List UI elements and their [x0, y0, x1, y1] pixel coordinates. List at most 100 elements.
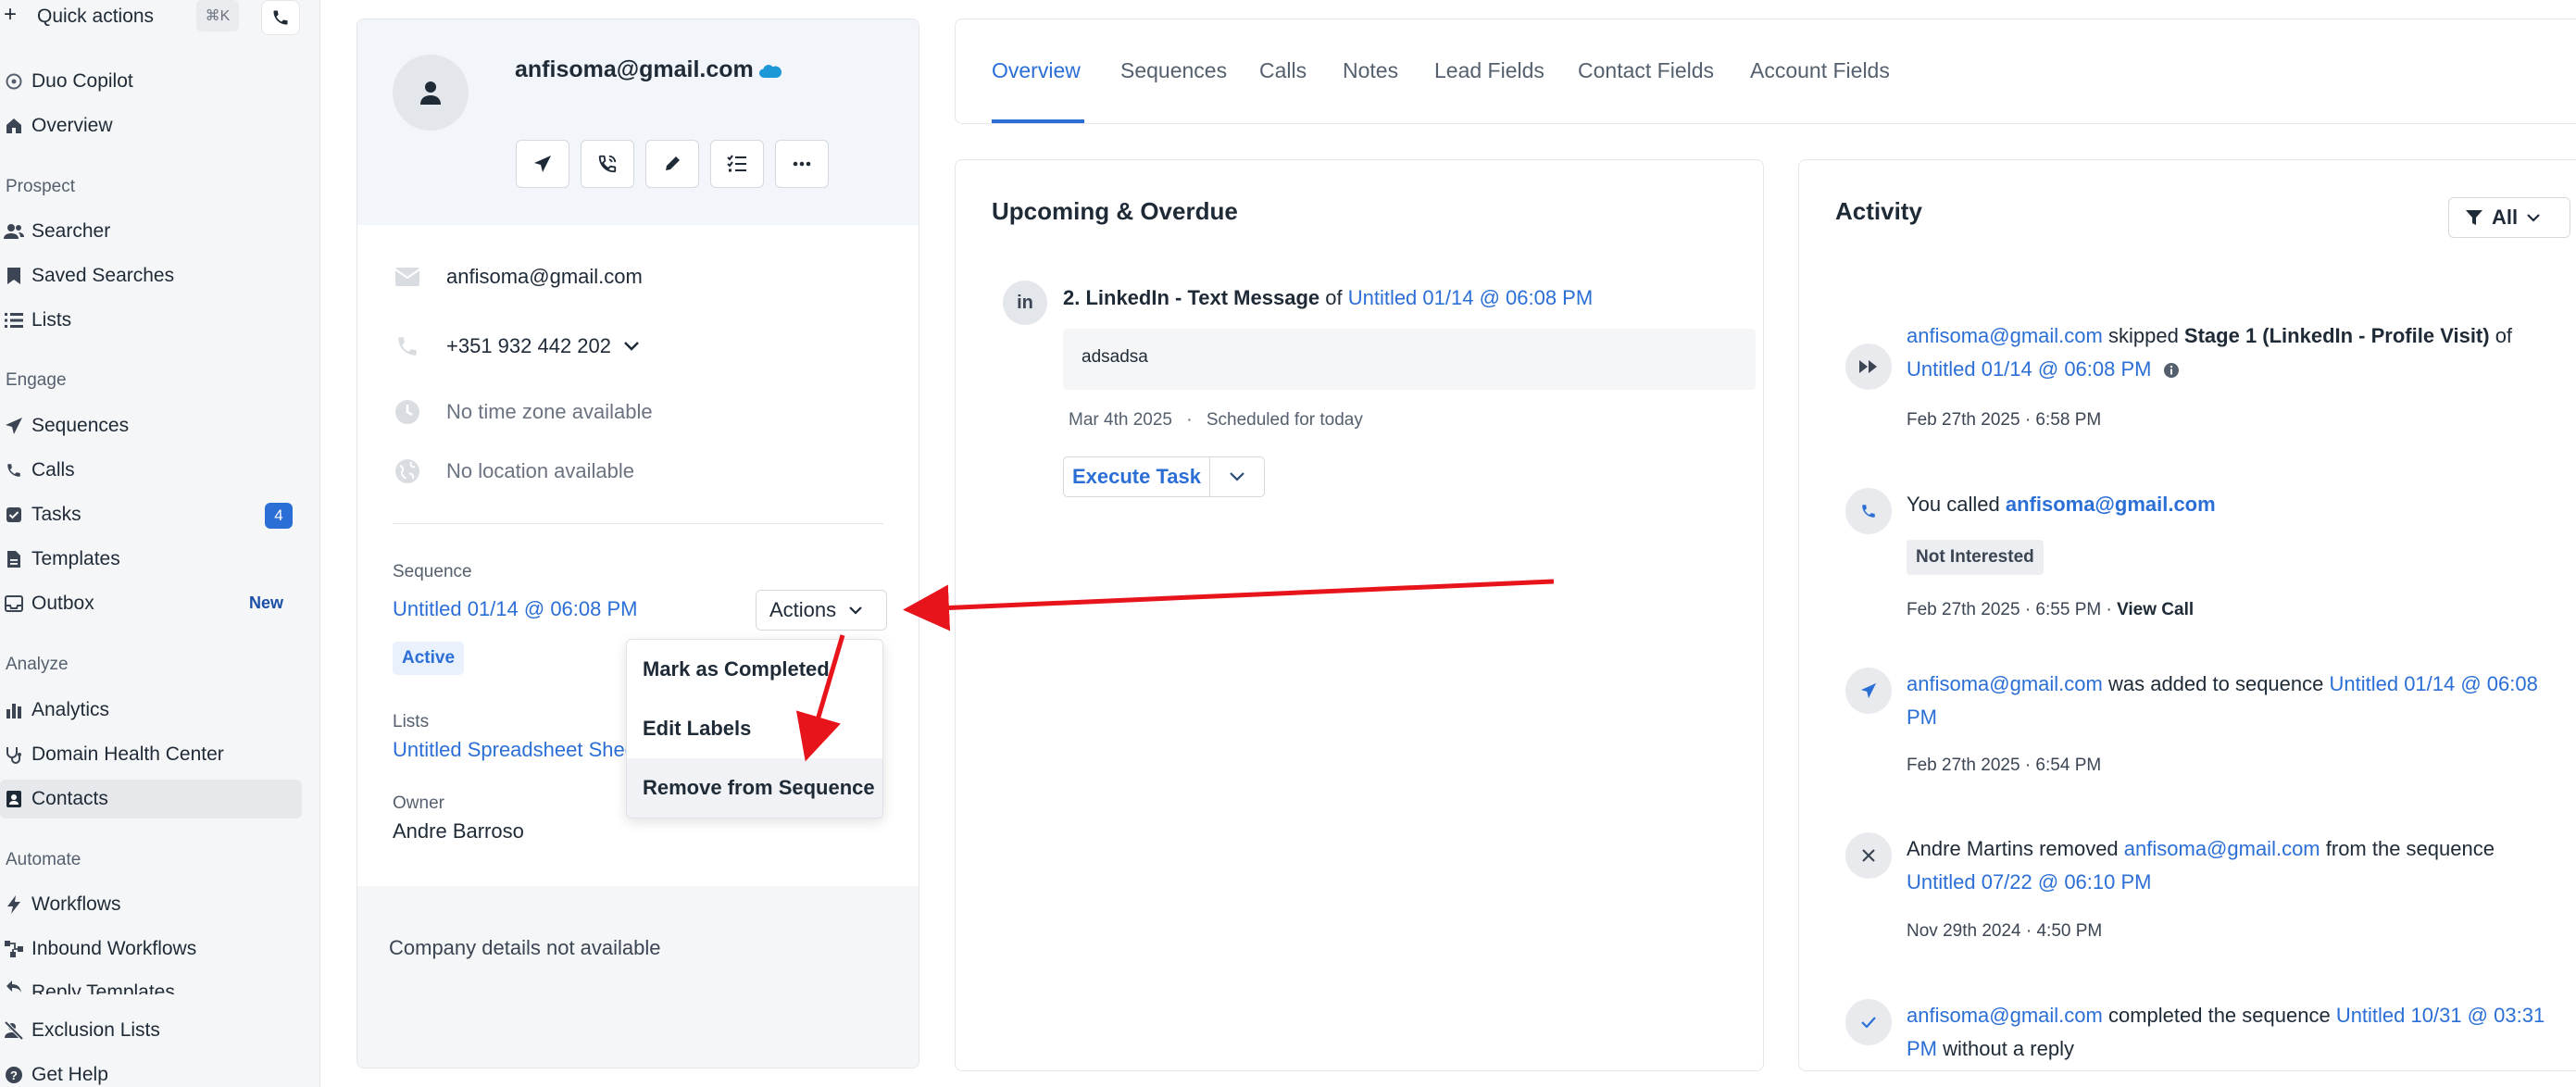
task-schedule: Scheduled for today: [1206, 410, 1363, 430]
sidebar-item-exclusion-lists[interactable]: Exclusion Lists: [0, 1011, 302, 1050]
execute-task-options-button[interactable]: [1210, 457, 1264, 496]
activity-contact-link[interactable]: anfisoma@gmail.com: [1907, 1004, 2103, 1027]
location-row: No location available: [391, 453, 634, 490]
task-meta: Mar 4th 2025 · Scheduled for today: [1069, 410, 1363, 431]
home-icon: [0, 117, 31, 135]
sidebar-item-reply-templates[interactable]: Reply Templates: [0, 974, 302, 994]
people-icon: [0, 222, 31, 241]
task-sequence-link[interactable]: Untitled 01/14 @ 06:08 PM: [1348, 286, 1593, 309]
divider: [393, 523, 883, 524]
list-icon: [0, 312, 31, 329]
chevron-down-icon[interactable]: [624, 342, 639, 351]
activity-suffix: without a reply: [1937, 1037, 2074, 1060]
sidebar-item-label: Duo Copilot: [31, 70, 133, 92]
sidebar-item-get-help[interactable]: ? Get Help: [0, 1056, 302, 1087]
activity-timestamp-row: Feb 27th 2025 · 6:55 PM · View Call: [1907, 600, 2194, 620]
activity-sequence-link[interactable]: Untitled 07/22 @ 06:10 PM: [1907, 870, 2151, 893]
edit-button[interactable]: [645, 140, 699, 188]
execute-task-button[interactable]: Execute Task: [1064, 457, 1210, 496]
sequence-link[interactable]: Untitled 01/14 @ 06:08 PM: [393, 597, 637, 621]
sidebar-item-analytics[interactable]: Analytics: [0, 691, 302, 730]
list-link[interactable]: Untitled Spreadsheet Sheet1: [393, 738, 629, 762]
tab-notes[interactable]: Notes: [1343, 58, 1398, 83]
activity-filter-button[interactable]: All: [2448, 197, 2570, 238]
menu-item-remove-from-sequence[interactable]: Remove from Sequence: [627, 758, 882, 818]
sidebar-item-label: Inbound Workflows: [31, 938, 197, 959]
sidebar-item-lists[interactable]: Lists: [0, 301, 302, 340]
activity-prefix: You called: [1907, 493, 2006, 516]
sidebar-item-templates[interactable]: Templates: [0, 540, 302, 579]
contact-email[interactable]: anfisoma@gmail.com: [446, 265, 643, 289]
sidebar-item-label: Get Help: [31, 1064, 108, 1085]
actions-label: Actions: [769, 598, 837, 621]
sidebar-item-label: Contacts: [31, 788, 108, 809]
menu-item-edit-labels[interactable]: Edit Labels: [627, 699, 882, 758]
status-badge: Active: [393, 642, 465, 675]
sidebar-item-label: Templates: [31, 548, 120, 569]
sidebar-item-workflows[interactable]: Workflows: [0, 885, 302, 924]
contact-phone[interactable]: +351 932 442 202: [446, 334, 611, 358]
reply-icon: [0, 978, 31, 994]
sidebar-item-duo-copilot[interactable]: Duo Copilot: [0, 62, 302, 101]
upcoming-overdue-card: Upcoming & Overdue in 2. LinkedIn - Text…: [955, 159, 1764, 1071]
activity-suffix: from the sequence: [2320, 837, 2495, 860]
tab-overview[interactable]: Overview: [992, 58, 1081, 83]
activity-sequence-link[interactable]: Untitled 01/14 @ 06:08 PM: [1907, 357, 2151, 381]
send-email-button[interactable]: [516, 140, 569, 188]
contact-card-icon: [0, 790, 31, 808]
sidebar-item-label: Analytics: [31, 699, 110, 720]
section-title-automate: Automate: [6, 850, 81, 869]
call-button[interactable]: [581, 140, 634, 188]
sidebar-item-tasks[interactable]: Tasks 4: [0, 495, 302, 534]
activity-contact-link[interactable]: anfisoma@gmail.com: [1907, 324, 2103, 347]
activity-contact-link[interactable]: anfisoma@gmail.com: [2124, 837, 2320, 860]
menu-item-mark-completed[interactable]: Mark as Completed: [627, 640, 882, 699]
stethoscope-icon: [0, 745, 31, 764]
sidebar-item-calls[interactable]: Calls: [0, 451, 302, 490]
sidebar-item-saved-searches[interactable]: Saved Searches: [0, 256, 302, 295]
sequence-actions-button[interactable]: Actions: [756, 590, 887, 631]
timezone-row: No time zone available: [391, 394, 653, 431]
document-icon: [0, 550, 31, 568]
help-icon: ?: [0, 1066, 31, 1084]
contact-tabs: Overview Sequences Calls Notes Lead Fiel…: [955, 19, 2576, 124]
phone-icon: [391, 334, 424, 358]
send-icon: [533, 155, 552, 173]
sidebar-item-inbound-workflows[interactable]: Inbound Workflows: [0, 930, 302, 968]
activity-item: anfisoma@gmail.com was added to sequence…: [1907, 668, 2564, 734]
phone-row[interactable]: +351 932 442 202: [391, 328, 639, 365]
sidebar-item-contacts[interactable]: Contacts: [0, 780, 302, 818]
add-task-button[interactable]: [710, 140, 764, 188]
activity-timestamp: Nov 29th 2024 · 4:50 PM: [1907, 921, 2103, 941]
close-icon: [1845, 832, 1892, 879]
tab-sequences[interactable]: Sequences: [1120, 58, 1227, 83]
sidebar-item-searcher[interactable]: Searcher: [0, 212, 302, 251]
clock-icon: [391, 399, 424, 425]
company-empty-text: Company details not available: [389, 936, 661, 959]
dialer-button[interactable]: [261, 0, 300, 35]
activity-contact-link[interactable]: anfisoma@gmail.com: [2006, 493, 2216, 516]
activity-stage: Stage 1 (LinkedIn - Profile Visit): [2183, 324, 2490, 347]
sidebar-item-overview[interactable]: Overview: [0, 106, 302, 145]
sidebar-item-domain-health-center[interactable]: Domain Health Center: [0, 735, 302, 774]
owner-value: Andre Barroso: [393, 819, 524, 843]
tab-contact-fields[interactable]: Contact Fields: [1578, 58, 1714, 83]
sidebar-item-sequences[interactable]: Sequences: [0, 406, 302, 445]
activity-contact-link[interactable]: anfisoma@gmail.com: [1907, 672, 2103, 695]
lists-label: Lists: [393, 712, 430, 731]
quick-actions-button[interactable]: + Quick actions: [0, 0, 185, 35]
tab-lead-fields[interactable]: Lead Fields: [1434, 58, 1544, 83]
bar-chart-icon: [0, 702, 31, 718]
tab-calls[interactable]: Calls: [1259, 58, 1307, 83]
task-message-body: adsadsa: [1063, 329, 1756, 390]
bolt-icon: [0, 895, 31, 914]
more-actions-button[interactable]: [775, 140, 829, 188]
task-title-of: of: [1319, 286, 1348, 309]
sequence-label: Sequence: [393, 562, 472, 581]
checklist-icon: [727, 155, 747, 173]
sidebar-item-outbox[interactable]: Outbox New: [0, 584, 302, 623]
view-call-link[interactable]: View Call: [2117, 600, 2194, 619]
tab-account-fields[interactable]: Account Fields: [1750, 58, 1890, 83]
salesforce-cloud-icon[interactable]: [759, 64, 782, 79]
activity-item: You called anfisoma@gmail.com: [1907, 488, 2564, 521]
